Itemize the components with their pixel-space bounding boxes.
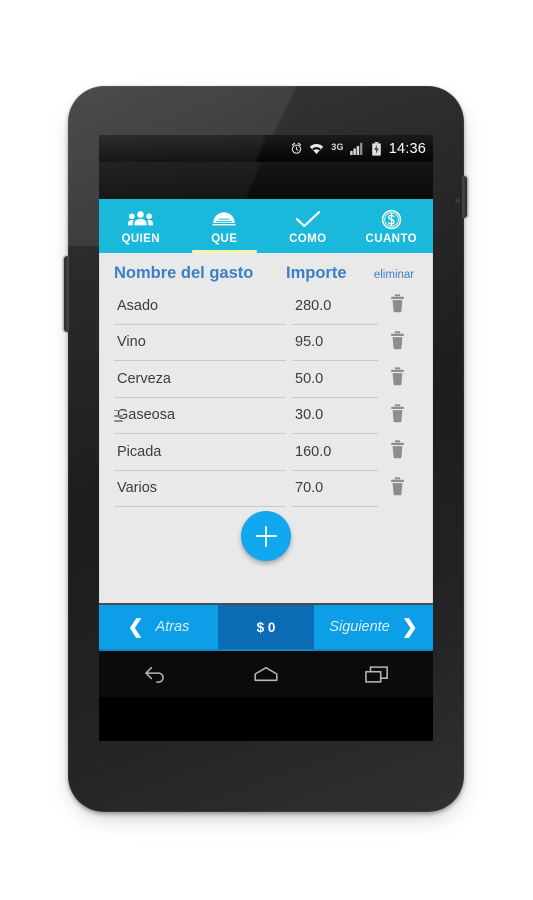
delete-expense-button[interactable]: [378, 325, 420, 362]
expense-amount-value: 30.0: [295, 407, 324, 424]
trash-icon: [389, 331, 406, 355]
table-row[interactable]: Vino 95.0: [114, 325, 420, 362]
expense-name-value: Gaseosa: [117, 407, 176, 424]
expense-amount-field[interactable]: 95.0: [292, 325, 378, 361]
food-dome-icon: [212, 209, 236, 230]
trash-icon: [389, 404, 406, 428]
chevron-left-icon: ❮: [127, 616, 144, 638]
expense-name-value: Asado: [117, 297, 159, 314]
tab-bar: QUIEN QUE COMO CUANTO: [99, 199, 433, 253]
nav-home-button[interactable]: [243, 659, 289, 689]
table-header-row: Nombre del gasto Importe eliminar: [114, 253, 420, 288]
check-icon: [295, 209, 321, 230]
expense-name-value: Cerveza: [117, 370, 171, 387]
expense-amount-field[interactable]: 160.0: [292, 434, 378, 471]
battery-icon: [371, 141, 382, 156]
next-button-label: Siguiente: [329, 619, 390, 635]
header-gap-gloss: [99, 162, 433, 199]
phone-screen: 3G 14:36 QUIEN QUE COMO CUANTO Nombre de…: [99, 135, 433, 741]
table-row[interactable]: Cerveza 50.0: [114, 361, 420, 398]
tab-que[interactable]: QUE: [183, 199, 267, 253]
tab-que-label: QUE: [211, 233, 238, 245]
expense-amount-value: 95.0: [295, 334, 324, 351]
table-row[interactable]: Picada 160.0: [114, 434, 420, 471]
expense-name-field[interactable]: Asado: [114, 288, 286, 325]
expense-name-field[interactable]: Picada: [114, 434, 286, 471]
expense-name-value: Varios: [117, 480, 158, 497]
tab-cuanto[interactable]: CUANTO: [350, 199, 434, 253]
volume-rocker-button[interactable]: [64, 256, 69, 332]
expense-rows: Asado 280.0 Vino 95.0 Cerveza 50.0 Gaseosa 30.0…: [114, 288, 420, 507]
delete-expense-button[interactable]: [378, 361, 420, 398]
total-amount-display: $ 0: [220, 605, 312, 649]
status-bar: 3G 14:36: [99, 135, 433, 162]
expense-amount-value: 70.0: [295, 480, 324, 497]
people-group-icon: [128, 209, 154, 230]
signal-icon: [349, 142, 365, 155]
status-bar-gloss: [99, 135, 433, 162]
expense-amount-value: 50.0: [295, 370, 324, 387]
coin-dollar-icon: [381, 209, 402, 230]
expense-name-value: Vino: [117, 334, 146, 351]
expense-table: Nombre del gasto Importe eliminar Asado 2…: [100, 253, 432, 507]
delete-expense-button[interactable]: [378, 398, 420, 435]
dark-header-gap: [99, 162, 433, 199]
expense-name-value: Picada: [117, 443, 162, 460]
expense-amount-value: 280.0: [295, 297, 332, 314]
wizard-nav-bar: ❮ Atras $ 0 Siguiente ❯: [99, 603, 433, 649]
android-nav-bar: [99, 649, 433, 697]
chevron-right-icon: ❯: [401, 616, 418, 638]
wifi-icon: [309, 143, 324, 155]
power-button[interactable]: [462, 176, 467, 218]
table-row[interactable]: Asado 280.0: [114, 288, 420, 325]
expense-amount-field[interactable]: 30.0: [292, 398, 378, 434]
expense-list-panel: Nombre del gasto Importe eliminar Asado 2…: [99, 253, 433, 603]
expense-name-field[interactable]: Varios: [114, 471, 286, 507]
trash-icon: [389, 294, 406, 318]
tab-como-label: COMO: [289, 233, 327, 245]
back-button[interactable]: ❮ Atras: [99, 605, 220, 649]
expense-amount-value: 160.0: [295, 443, 332, 460]
trash-icon: [389, 367, 406, 391]
network-type-label: 3G: [331, 141, 344, 152]
expense-name-field[interactable]: Cerveza: [114, 361, 286, 398]
alarm-icon: [290, 142, 303, 155]
table-row[interactable]: Varios 70.0: [114, 471, 420, 508]
drag-handle-icon[interactable]: [114, 409, 123, 422]
home-icon: [254, 666, 278, 682]
back-button-label: Atras: [155, 619, 190, 635]
tab-quien-label: QUIEN: [121, 233, 160, 245]
add-expense-fab[interactable]: [241, 511, 291, 561]
nav-back-button[interactable]: [132, 659, 178, 689]
next-button[interactable]: Siguiente ❯: [312, 605, 433, 649]
delete-expense-button[interactable]: [378, 288, 420, 325]
expense-name-field[interactable]: Gaseosa: [114, 398, 286, 434]
table-row[interactable]: Gaseosa 30.0: [114, 398, 420, 435]
recents-icon: [365, 665, 389, 683]
delete-expense-button[interactable]: [378, 434, 420, 471]
nav-recents-button[interactable]: [354, 659, 400, 689]
expense-name-field[interactable]: Vino: [114, 325, 286, 361]
clock-label: 14:36: [388, 140, 426, 157]
trash-icon: [389, 440, 406, 464]
proximity-sensor-icon: [455, 198, 460, 203]
back-icon: [144, 666, 164, 683]
column-header-delete: eliminar: [373, 269, 415, 281]
tab-como[interactable]: COMO: [266, 199, 350, 253]
column-header-amount: Importe: [286, 264, 347, 282]
expense-amount-field[interactable]: 280.0: [292, 288, 378, 325]
expense-amount-field[interactable]: 50.0: [292, 361, 378, 398]
tab-cuanto-label: CUANTO: [365, 233, 417, 245]
column-header-name: Nombre del gasto: [114, 264, 254, 282]
trash-icon: [389, 477, 406, 501]
expense-amount-field[interactable]: 70.0: [292, 471, 378, 507]
delete-expense-button[interactable]: [378, 471, 420, 508]
tab-quien[interactable]: QUIEN: [99, 199, 183, 253]
